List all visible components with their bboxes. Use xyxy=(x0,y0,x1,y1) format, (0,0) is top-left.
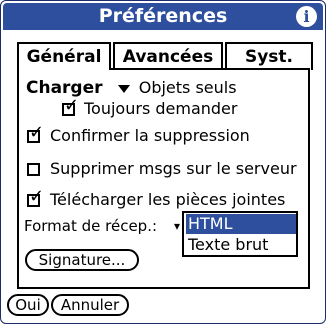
checkmark-icon: ✓ xyxy=(29,186,45,207)
telecharger-pieces-checkbox[interactable]: ✓ xyxy=(27,188,44,207)
dialog-title: Préférences xyxy=(98,5,228,27)
tab-bar: Général Avancées Syst. xyxy=(17,42,313,70)
checkmark-icon: ✓ xyxy=(64,95,80,116)
confirmer-suppression-label[interactable]: Confirmer la suppression xyxy=(50,126,250,145)
charger-row: Charger Objets seuls xyxy=(26,78,237,98)
tab-avancees[interactable]: Avancées xyxy=(113,42,223,70)
annuler-button[interactable]: Annuler xyxy=(51,294,129,316)
confirmer-suppression-checkbox[interactable]: ✓ xyxy=(27,124,44,143)
signature-button[interactable]: Signature... xyxy=(25,249,139,271)
info-icon[interactable]: i xyxy=(296,6,317,27)
tab-general[interactable]: Général xyxy=(17,42,111,70)
format-label: Format de récep.: xyxy=(24,217,158,235)
dropdown-triangle-icon[interactable] xyxy=(117,84,130,93)
format-popup-list: HTML Texte brut xyxy=(182,211,298,257)
oui-button[interactable]: Oui xyxy=(7,294,49,316)
title-bar: Préférences i xyxy=(3,3,323,30)
telecharger-pieces-label[interactable]: Télécharger les pièces jointes xyxy=(50,190,285,209)
toujours-demander-checkbox[interactable]: ✓ xyxy=(62,97,79,116)
charger-select[interactable]: Objets seuls xyxy=(139,78,237,97)
format-dropdown-triangle-icon[interactable]: ▾ xyxy=(174,219,180,233)
tab-syst[interactable]: Syst. xyxy=(225,42,313,70)
supprimer-serveur-checkbox[interactable] xyxy=(27,163,40,176)
toujours-demander-label[interactable]: Toujours demander xyxy=(84,99,237,118)
format-option-texte-brut[interactable]: Texte brut xyxy=(186,235,296,255)
checkmark-icon: ✓ xyxy=(29,122,45,143)
format-option-html[interactable]: HTML xyxy=(186,214,296,234)
supprimer-serveur-label[interactable]: Supprimer msgs sur le serveur xyxy=(50,159,297,178)
